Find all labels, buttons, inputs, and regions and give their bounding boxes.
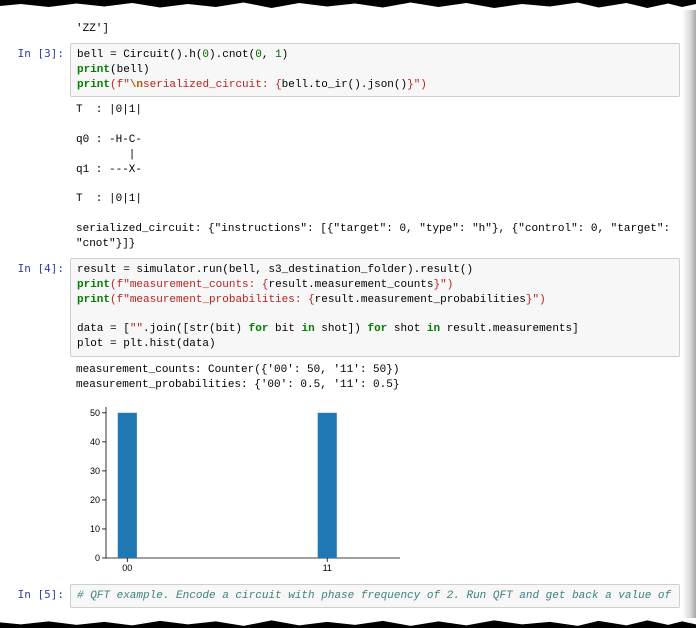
svg-text:50: 50 bbox=[90, 407, 100, 417]
svg-text:40: 40 bbox=[90, 436, 100, 446]
code-input-5[interactable]: # QFT example. Encode a circuit with pha… bbox=[70, 584, 680, 609]
output-text: 'ZZ'] bbox=[76, 22, 674, 37]
prompt-in-5: In [5]: bbox=[8, 584, 70, 609]
cell-3-output: T : |0|1| q0 : -H-C- | q1 : ---X- T : |0… bbox=[8, 99, 680, 255]
svg-text:10: 10 bbox=[90, 524, 100, 534]
output-fragment: 'ZZ'] bbox=[8, 18, 680, 41]
prompt-empty bbox=[8, 18, 70, 41]
cell-4: In [4]: result = simulator.run(bell, s3_… bbox=[8, 258, 680, 357]
cell-4-chart: 0 10 20 30 40 50 00 11 bbox=[8, 399, 680, 582]
histogram-chart: 0 10 20 30 40 50 00 11 bbox=[76, 401, 406, 576]
output-probs: measurement_probabilities: {'00': 0.5, '… bbox=[76, 378, 674, 393]
prompt-empty bbox=[8, 399, 70, 582]
torn-edge-bottom bbox=[0, 618, 696, 628]
prompt-in-3: In [3]: bbox=[8, 43, 70, 98]
cell-3: In [3]: bell = Circuit().h(0).cnot(0, 1)… bbox=[8, 43, 680, 98]
cell-4-output: measurement_counts: Counter({'00': 50, '… bbox=[8, 359, 680, 397]
output-text: T : |0|1| q0 : -H-C- | q1 : ---X- T : |0… bbox=[76, 103, 674, 251]
page-shadow bbox=[682, 10, 696, 618]
code-input-4[interactable]: result = simulator.run(bell, s3_destinat… bbox=[70, 258, 680, 357]
output-counts: measurement_counts: Counter({'00': 50, '… bbox=[76, 363, 674, 378]
code-input-3[interactable]: bell = Circuit().h(0).cnot(0, 1) print(b… bbox=[70, 43, 680, 98]
svg-text:20: 20 bbox=[90, 494, 100, 504]
notebook: 'ZZ'] In [3]: bell = Circuit().h(0).cnot… bbox=[0, 10, 696, 618]
cell-5: In [5]: # QFT example. Encode a circuit … bbox=[8, 584, 680, 609]
prompt-in-4: In [4]: bbox=[8, 258, 70, 357]
svg-text:0: 0 bbox=[95, 553, 100, 563]
prompt-empty bbox=[8, 359, 70, 397]
svg-text:00: 00 bbox=[122, 563, 132, 573]
svg-text:30: 30 bbox=[90, 465, 100, 475]
svg-text:11: 11 bbox=[323, 563, 332, 573]
torn-edge-top bbox=[0, 0, 696, 10]
prompt-empty bbox=[8, 99, 70, 255]
